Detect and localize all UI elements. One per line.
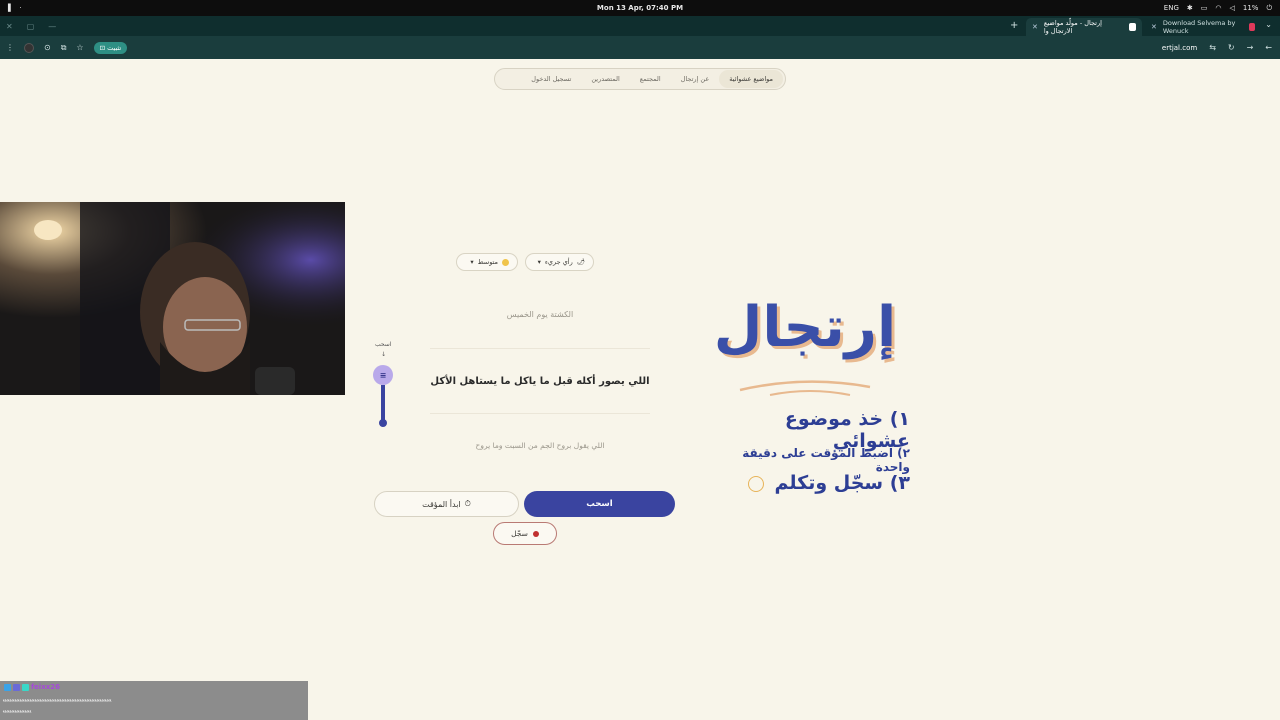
tab-title: Download Selvema by Wenuck: [1162, 19, 1236, 35]
nav-community[interactable]: المجتمع: [630, 70, 671, 88]
power-icon[interactable]: ⏻: [1266, 4, 1272, 13]
install-label: تثبيت: [107, 43, 122, 52]
slider-label: اسحب: [375, 341, 392, 348]
browser-toolbar: ⋮ ⊙ ⧉ ☆ ⊡ تثبيت ertjal.com ⇆ ↻ → ←: [0, 36, 1280, 59]
step-3-text: ٣) سجّل وتكلم: [774, 472, 910, 494]
pepper-icon: 🌶: [576, 258, 585, 266]
wifi-icon[interactable]: ◠: [1215, 4, 1221, 12]
webcam-person-image: [0, 202, 345, 395]
current-topic: اللي يصور أكله قبل ما ياكل ما يستاهل الأ…: [430, 376, 650, 387]
record-button[interactable]: سجّل: [493, 522, 557, 545]
timer-icon: ⏱: [464, 499, 471, 508]
new-tab-button[interactable]: +: [1010, 20, 1018, 31]
tab-list-chevron-icon[interactable]: ⌄: [1265, 20, 1272, 29]
step-2: ٢) اضبط المؤقت على دقيقة واحدة: [742, 446, 910, 474]
next-topic: اللي يقول بروح الجم من السبت وما يروح: [475, 441, 605, 450]
menu-kebab-icon[interactable]: ⋮: [6, 43, 14, 52]
record-dot-icon: [532, 530, 539, 537]
logo-swoosh-icon: [739, 380, 871, 396]
difficulty-face-icon: [502, 258, 509, 266]
download-icon[interactable]: ⊙: [44, 43, 51, 52]
step-1: ١) خذ موضوع عشوائي: [784, 408, 910, 452]
draw-slider-end: [379, 419, 387, 427]
bluetooth-icon[interactable]: ✱: [1187, 4, 1193, 12]
os-clock[interactable]: Mon 13 Apr, 07:40 PM: [0, 4, 1280, 12]
tab-close-icon[interactable]: ✕: [1151, 23, 1157, 31]
nav-random-topics[interactable]: مواضيع عشوائية: [719, 70, 783, 88]
keyboard-layout[interactable]: ENG: [1164, 4, 1179, 12]
chat-badge-icon: [4, 683, 11, 691]
toolbar-left: ⋮ ⊙ ⧉ ☆ ⊡ تثبيت: [6, 41, 128, 54]
tab-selvema[interactable]: ✕ Download Selvema by Wenuck: [1145, 18, 1261, 36]
window-restore-icon[interactable]: —: [48, 22, 56, 31]
brand-logo: إرتجال: [700, 295, 910, 405]
os-top-bar: ▌ · Mon 13 Apr, 07:40 PM ENG ✱ ▭ ◠ ◁ 11%…: [0, 0, 1280, 16]
extensions-icon[interactable]: ⧉: [61, 43, 67, 53]
forward-icon[interactable]: →: [1247, 43, 1254, 52]
record-label: سجّل: [511, 529, 528, 538]
back-icon[interactable]: ←: [1265, 43, 1272, 52]
chat-message: ﯾﯾﯾﯾﯾﯾﯾﯾﯾﯾﯾﯾﯾﯾﯾﯾﯾﯾﯾﯾﯾﯾﯾﯾﯾﯾﯾﯾﯾﯾﯾﯾﯾﯾﯾﯾﯾﯾﯾﯾ…: [3, 696, 112, 703]
draw-topic-button[interactable]: اسحب: [524, 491, 675, 517]
tab-favicon-icon: [1128, 23, 1136, 31]
draw-slider-handle[interactable]: ≡: [373, 365, 393, 385]
divider: [430, 348, 650, 349]
category-label: رأي جريء: [544, 258, 573, 266]
display-icon[interactable]: ▭: [1201, 4, 1208, 12]
reload-icon[interactable]: ↻: [1228, 43, 1235, 52]
divider: [430, 413, 650, 414]
chat-message-continued: ﯾﯾﯾﯾﯾﯾﯾﯾﯾﯾﯾﯾﯾﯾﯾﯾﯾ: [3, 707, 32, 714]
nav-leaderboard[interactable]: المتصدرين: [581, 70, 629, 88]
battery-level[interactable]: 11%: [1243, 4, 1259, 12]
chevron-down-icon: ▾: [537, 258, 541, 266]
address-bar[interactable]: ertjal.com: [1162, 44, 1197, 52]
tab-close-icon[interactable]: ✕: [1032, 23, 1038, 31]
start-timer-button[interactable]: ⏱ ابدأ المؤقت: [374, 491, 519, 517]
toolbar-right: ertjal.com ⇆ ↻ → ←: [1162, 43, 1272, 52]
chat-badge-icon: [13, 683, 20, 691]
site-settings-icon[interactable]: ⇆: [1209, 43, 1216, 52]
nav-login[interactable]: تسجيل الدخول: [521, 70, 581, 88]
tab-ertjal[interactable]: ✕ إرتجال - مولّد مواضيع الارتجال وا: [1026, 18, 1142, 36]
difficulty-select[interactable]: متوسط ▾: [456, 253, 518, 271]
profile-avatar[interactable]: [24, 42, 34, 53]
window-controls: ✕ ▢ —: [6, 22, 56, 31]
window-close-icon[interactable]: ✕: [6, 22, 13, 31]
tab-favicon-icon: [1248, 23, 1255, 31]
browser-tab-bar: ✕ ▢ — + ✕ إرتجال - مولّد مواضيع الارتجال…: [0, 16, 1280, 36]
previous-topic: الكشتة يوم الخميس: [506, 310, 574, 319]
site-nav: مواضيع عشوائية عن إرتجال المجتمع المتصدر…: [494, 68, 786, 90]
window-minimize-icon[interactable]: ▢: [27, 22, 35, 31]
draw-slider-track[interactable]: [381, 385, 385, 423]
start-timer-label: ابدأ المؤقت: [422, 499, 461, 509]
chat-badge-icon: [22, 683, 29, 691]
step-3: ٣) سجّل وتكلم: [720, 472, 910, 506]
category-select[interactable]: 🌶 رأي جريء ▾: [525, 253, 594, 271]
nav-about[interactable]: عن إرتجال: [671, 70, 720, 88]
how-to-steps: ١) خذ موضوع عشوائي ٢) اضبط المؤقت على دق…: [720, 408, 910, 506]
bookmark-star-icon[interactable]: ☆: [76, 43, 83, 52]
topic-list: الكشتة يوم الخميس اللي يصور أكله قبل ما …: [405, 300, 675, 465]
tab-title: إرتجال - مولّد مواضيع الارتجال وا: [1043, 19, 1102, 35]
stream-chat-overlay: feixx26 ﯾﯾﯾﯾﯾﯾﯾﯾﯾﯾﯾﯾﯾﯾﯾﯾﯾﯾﯾﯾﯾﯾﯾﯾﯾﯾﯾﯾﯾﯾﯾﯾ…: [0, 681, 308, 720]
smiley-icon: [747, 475, 764, 492]
chat-username: feixx26: [31, 683, 60, 691]
chat-user: feixx26: [4, 683, 60, 691]
difficulty-label: متوسط: [477, 258, 498, 266]
install-app-button[interactable]: ⊡ تثبيت: [93, 41, 128, 54]
webcam-overlay: [0, 202, 345, 395]
os-tray: ENG ✱ ▭ ◠ ◁ 11% ⏻: [1164, 4, 1272, 13]
arrow-down-icon: ↓: [381, 351, 387, 358]
chevron-down-icon: ▾: [470, 258, 474, 266]
volume-icon[interactable]: ◁: [1230, 4, 1235, 12]
